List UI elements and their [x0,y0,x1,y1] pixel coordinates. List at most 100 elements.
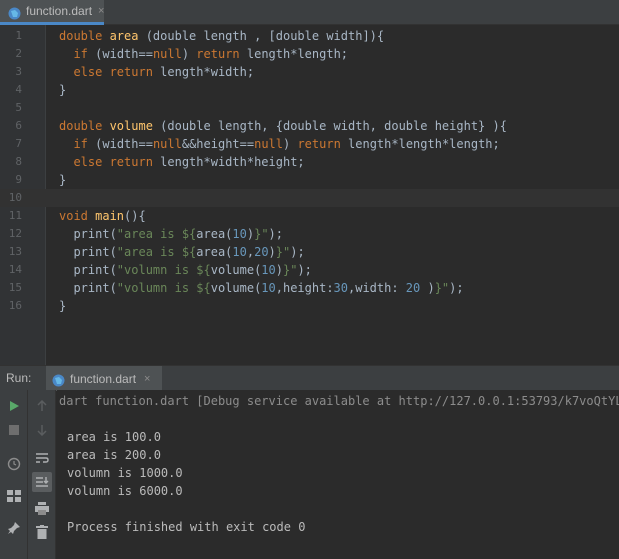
code-token: ); [449,281,464,295]
console-line: area is 200.0 [67,448,161,462]
code-line[interactable]: 6 double volume (double length, {double w… [0,117,619,135]
code-token: void [59,209,96,223]
code-token: 10 [232,227,247,241]
code-line[interactable]: 4} [0,81,619,99]
code-token: null [152,137,182,151]
code-token: volume [109,119,161,133]
code-token: ) [268,245,276,259]
code-token: 20 [405,281,421,295]
run-console[interactable]: dart function.dart [Debug service availa… [57,390,619,559]
code-line[interactable]: 9} [0,171,619,189]
soft-wrap-icon[interactable] [32,448,52,468]
pin-icon[interactable] [4,518,24,538]
code-token: }" [434,281,450,295]
code-token: 10 [261,281,276,295]
code-line[interactable]: 8 else return length*width*height; [0,153,619,171]
code-token: ) [181,47,197,61]
code-token: area [109,29,146,43]
code-token: } [59,83,67,97]
code-line[interactable]: 14 print("volumn is ${volume(10)}"); [0,261,619,279]
code-line[interactable]: 2 if (width==null) return length*length; [0,45,619,63]
arrow-down-icon[interactable] [32,420,52,440]
code-text: print("volumn is ${volume(10)}"); [59,261,311,279]
code-token: null [254,137,283,151]
code-token: ,width: [348,281,406,295]
code-line[interactable]: 13 print("area is ${area(10,20)}"); [0,243,619,261]
run-toolbar [0,390,28,559]
run-tab-function-dart[interactable]: function.dart × [46,366,162,391]
code-line[interactable]: 12 print("area is ${area(10)}"); [0,225,619,243]
code-token: ) [283,137,298,151]
line-number: 10 [8,191,22,204]
code-token: ); [290,245,305,259]
tab-label: function.dart [26,4,93,18]
code-token: ) [275,263,283,277]
line-number: 7 [15,137,22,150]
line-number: 1 [15,29,22,42]
code-text: double volume (double length, {double wi… [59,117,507,135]
print-icon[interactable] [32,498,52,518]
code-token: }" [282,263,298,277]
code-token: ); [268,227,283,241]
code-token: (double length, {double width, double he… [160,119,507,133]
run-panel-header: Run: function.dart × [0,365,619,391]
code-text: } [59,297,66,315]
line-number: 14 [8,263,22,276]
scroll-to-end-icon[interactable] [32,472,52,492]
code-token: length*length*length; [348,137,500,151]
code-token: (width== [95,47,153,61]
code-token: if [73,137,96,151]
code-token: else return [73,65,161,79]
code-token: }" [254,227,269,241]
code-token: double [59,119,110,133]
code-token: }" [275,245,291,259]
rerun-icon[interactable] [4,396,24,416]
line-number: 16 [8,299,22,312]
trash-icon[interactable] [32,522,52,542]
code-token: double [59,29,110,43]
clock-icon[interactable] [4,454,24,474]
code-text: } [59,171,66,189]
code-line[interactable]: 1 double area (double length , [double wi… [0,27,619,45]
line-number: 11 [8,209,22,222]
code-token: area( [196,245,233,259]
code-line[interactable]: 5 [0,99,619,117]
code-text: double area (double length , [double wid… [59,27,384,45]
close-icon[interactable]: × [98,5,104,17]
code-token: } [59,173,67,187]
code-token: return [297,137,349,151]
run-tab-label: function.dart [70,371,137,386]
code-token: (width== [95,137,153,151]
code-text: else return length*width; [59,63,254,81]
code-text: print("area is ${area(10,20)}"); [59,243,305,261]
code-text: void main(){ [59,207,146,225]
code-token: print( [59,263,117,277]
code-line[interactable]: 7 if (width==null&&height==null) return … [0,135,619,153]
code-line[interactable]: 15 print("volumn is ${volume(10,height:3… [0,279,619,297]
code-line[interactable]: 3 else return length*width; [0,63,619,81]
code-token: ) [420,281,435,295]
code-token: &&height== [181,137,255,151]
code-token: area( [196,227,233,241]
code-token: null [152,47,182,61]
code-line[interactable]: 11 void main(){ [0,207,619,225]
arrow-up-icon[interactable] [32,396,52,416]
code-line[interactable]: 10 [0,189,619,207]
console-line: Process finished with exit code 0 [67,520,306,534]
code-token: volume( [210,281,262,295]
code-token: return [196,47,247,61]
code-line[interactable]: 16} [0,297,619,315]
tab-function-dart[interactable]: function.dart × [0,0,104,25]
code-token: length*width*height; [160,155,305,169]
code-editor[interactable]: 1 double area (double length , [double wi… [0,25,619,365]
line-number: 6 [15,119,22,132]
line-number: 9 [15,173,22,186]
code-token: 10 [261,263,276,277]
stop-icon[interactable] [4,420,24,440]
code-token: "volumn is ${ [116,263,211,277]
code-token: , [246,245,255,259]
layout-icon[interactable] [4,486,24,506]
close-icon[interactable]: × [144,373,150,385]
